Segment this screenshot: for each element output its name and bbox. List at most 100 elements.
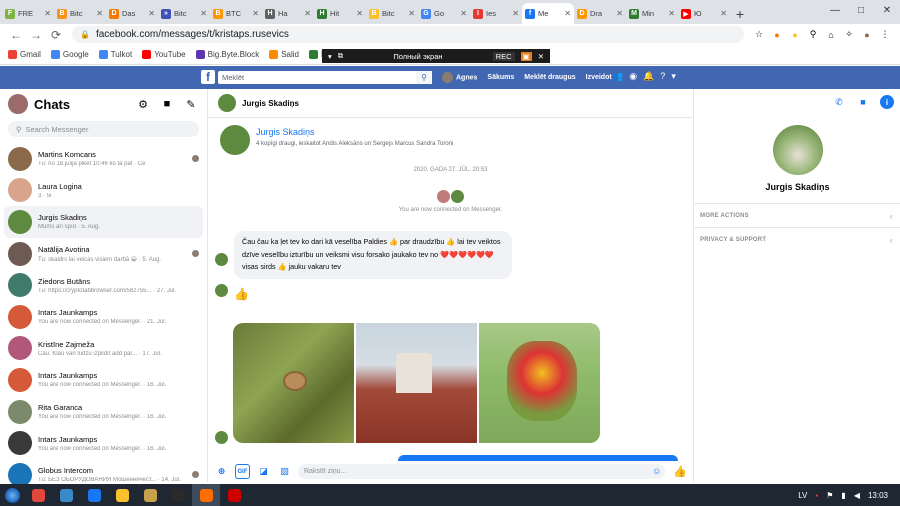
emoji-icon[interactable]: ☺ bbox=[652, 466, 661, 476]
like-message[interactable]: 👍 bbox=[234, 287, 249, 301]
browser-tab[interactable]: B Bitc ✕ bbox=[366, 3, 418, 24]
conversation-item[interactable]: Intars Jaunkamps You are now connected on… bbox=[0, 364, 207, 396]
tab-close-icon[interactable]: ✕ bbox=[304, 9, 311, 18]
language-indicator[interactable]: LV bbox=[798, 491, 807, 500]
extension-c-icon[interactable]: ● bbox=[768, 28, 786, 42]
photo-roof[interactable] bbox=[356, 323, 477, 443]
conversation-item[interactable]: Intars Jaunkamps You are now connected on… bbox=[0, 427, 207, 459]
tab-close-icon[interactable]: ✕ bbox=[356, 9, 363, 18]
browser-tab[interactable]: F FRE ✕ bbox=[2, 3, 54, 24]
nav-create[interactable]: Izveidot bbox=[586, 74, 612, 81]
nav-find-friends[interactable]: Meklēt draugus bbox=[524, 74, 575, 81]
clock[interactable]: 13:03 bbox=[868, 491, 888, 500]
browser-tab[interactable]: M Min ✕ bbox=[626, 3, 678, 24]
conversation-item[interactable]: Intars Jaunkamps You are now connected on… bbox=[0, 301, 207, 333]
tab-close-icon[interactable]: ✕ bbox=[408, 9, 415, 18]
taskbar-app[interactable] bbox=[136, 484, 164, 506]
bookmark-item[interactable]: Salid bbox=[269, 50, 299, 59]
new-message-icon[interactable]: ✎ bbox=[183, 98, 199, 111]
messenger-search-input[interactable]: ⚲ Search Messenger bbox=[8, 121, 199, 137]
back-icon[interactable]: ← bbox=[6, 28, 26, 42]
maximize-button[interactable]: □ bbox=[848, 0, 874, 20]
bookmark-item[interactable]: Tulkot bbox=[98, 50, 132, 59]
extension-coin-icon[interactable]: ● bbox=[786, 28, 804, 42]
profile-avatar[interactable]: ● bbox=[858, 28, 876, 42]
friend-requests-icon[interactable]: 👥 bbox=[612, 71, 623, 82]
tab-close-icon[interactable]: ✕ bbox=[148, 9, 155, 18]
search-icon[interactable]: ⚲ bbox=[416, 71, 432, 84]
rec-button[interactable]: REC bbox=[492, 51, 515, 61]
bookmark-item[interactable]: YouTube bbox=[142, 50, 186, 59]
url-field[interactable]: 🔒 facebook.com/messages/t/kristaps.rusev… bbox=[72, 26, 744, 43]
browser-tab[interactable]: H Hit ✕ bbox=[314, 3, 366, 24]
gif-icon[interactable]: GIF bbox=[235, 464, 250, 479]
extension-icon[interactable]: ✧ bbox=[840, 28, 858, 42]
browser-tab[interactable]: B Bitc ✕ bbox=[54, 3, 106, 24]
thread-avatar[interactable] bbox=[218, 94, 236, 112]
browser-tab[interactable]: B BTC ✕ bbox=[210, 3, 262, 24]
intro-name[interactable]: Jurgis Skadiņs bbox=[256, 127, 453, 137]
bookmark-item[interactable]: Google bbox=[50, 50, 89, 59]
new-tab-button[interactable]: + bbox=[730, 3, 750, 24]
flag-icon[interactable]: ⚑ bbox=[826, 491, 833, 500]
conversation-item[interactable]: Kristīne Zajmeža Čau. Klau vari lūdzu izp… bbox=[0, 333, 207, 365]
my-avatar[interactable] bbox=[8, 94, 28, 114]
network-icon[interactable]: ▮ bbox=[841, 491, 845, 500]
taskbar-app[interactable] bbox=[24, 484, 52, 506]
tab-close-icon[interactable]: ✕ bbox=[512, 9, 519, 18]
reload-icon[interactable]: ⟳ bbox=[46, 28, 66, 42]
browser-tab[interactable]: G Go ✕ bbox=[418, 3, 470, 24]
conversation-item[interactable]: Rita Garanca You are now connected on Mes… bbox=[0, 396, 207, 428]
privacy-section[interactable]: PRIVACY & SUPPORT ‹ bbox=[694, 227, 900, 251]
taskbar-app[interactable] bbox=[52, 484, 80, 506]
camera-icon[interactable]: ▣ bbox=[520, 51, 532, 61]
contact-name[interactable]: Jurgis Skadiņs bbox=[694, 182, 900, 192]
conversation-item[interactable]: Ziedons Butāns Tu: https://cryptotabbrows… bbox=[0, 269, 207, 301]
tab-close-icon[interactable]: ✕ bbox=[720, 9, 727, 18]
info-icon[interactable]: i bbox=[880, 95, 894, 109]
close-window-button[interactable]: ✕ bbox=[874, 0, 900, 20]
photo-flowers[interactable] bbox=[479, 323, 600, 443]
browser-tab[interactable]: ▶ Ю ✕ bbox=[678, 3, 730, 24]
help-icon[interactable]: ? bbox=[660, 71, 665, 82]
conversation-item[interactable]: Laura Logina 3 · 5i bbox=[0, 175, 207, 207]
facebook-search-input[interactable]: Meklēt ⚲ bbox=[218, 71, 432, 84]
conversation-item[interactable]: Jurgis Skadiņs Mums arī spīd · 5. Aug. bbox=[4, 206, 203, 238]
add-icon[interactable]: ⊕ bbox=[214, 464, 229, 479]
thumbs-up-icon[interactable]: 👍 bbox=[673, 465, 687, 478]
message-input[interactable]: Rakstīt ziņu... ☺ bbox=[298, 464, 666, 479]
tab-close-icon[interactable]: ✕ bbox=[252, 9, 259, 18]
star-icon[interactable]: ☆ bbox=[750, 28, 768, 42]
tab-close-icon[interactable]: ✕ bbox=[96, 9, 103, 18]
taskbar-app[interactable] bbox=[220, 484, 248, 506]
thread-name[interactable]: Jurgis Skadiņs bbox=[242, 99, 299, 108]
search-ext-icon[interactable]: ⚲ bbox=[804, 28, 822, 42]
photo-icon[interactable]: ▨ bbox=[277, 464, 292, 479]
tab-close-icon[interactable]: ✕ bbox=[200, 9, 207, 18]
nav-home[interactable]: Sākums bbox=[487, 74, 514, 81]
browser-tab[interactable]: f Me ✕ bbox=[522, 3, 574, 24]
phone-call-icon[interactable]: ✆ bbox=[832, 95, 846, 109]
browser-tab[interactable]: D Das ✕ bbox=[106, 3, 158, 24]
contact-profile-photo[interactable] bbox=[773, 125, 823, 175]
taskbar-app[interactable] bbox=[80, 484, 108, 506]
restore-icon[interactable]: ⧉ bbox=[338, 51, 343, 61]
close-overlay-icon[interactable]: ✕ bbox=[538, 52, 544, 61]
facebook-logo[interactable]: f bbox=[201, 70, 215, 84]
tab-close-icon[interactable]: ✕ bbox=[564, 9, 571, 18]
minimize-button[interactable]: — bbox=[822, 0, 848, 20]
bookmark-item[interactable]: Gmail bbox=[8, 50, 41, 59]
bookmark-item[interactable]: Big.Byte.Block bbox=[195, 50, 259, 59]
conversation-item[interactable]: Natālija Avotina Tu: skaidrs lai veicas v… bbox=[0, 238, 207, 270]
tray-app-icon[interactable]: ▪ bbox=[815, 491, 818, 500]
settings-gear-icon[interactable]: ⚙ bbox=[135, 98, 151, 111]
volume-icon[interactable]: ◀ bbox=[854, 491, 860, 500]
intro-avatar[interactable] bbox=[220, 125, 250, 155]
taskbar-app[interactable] bbox=[108, 484, 136, 506]
home-icon[interactable]: ⌂ bbox=[822, 28, 840, 42]
tab-close-icon[interactable]: ✕ bbox=[616, 9, 623, 18]
nav-profile[interactable]: Agnes bbox=[442, 72, 477, 83]
photo-snail[interactable] bbox=[233, 323, 354, 443]
forward-icon[interactable]: → bbox=[26, 28, 46, 42]
menu-icon[interactable]: ⋮ bbox=[876, 28, 894, 42]
